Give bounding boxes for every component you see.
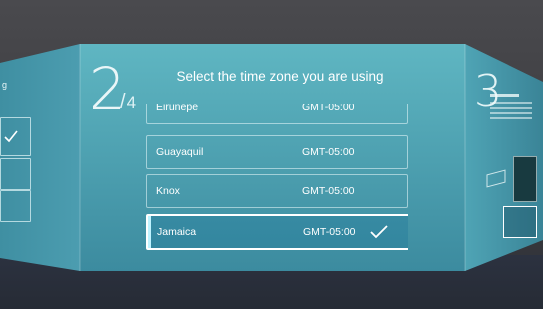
previous-step-label: g <box>2 80 8 90</box>
list-item[interactable]: Eirunepe GMT-05:00 <box>146 104 408 124</box>
step-current: 2 <box>89 55 126 123</box>
previous-option-box[interactable] <box>0 158 31 190</box>
step-total: /4 <box>120 91 137 113</box>
timezone-city: Jamaica <box>157 226 197 238</box>
timezone-offset: GMT-05:00 <box>303 226 356 238</box>
step-total-value: 4 <box>126 93 137 112</box>
previous-option-box[interactable] <box>0 117 31 156</box>
list-item[interactable]: Guayaquil GMT-05:00 <box>146 135 408 169</box>
timezone-city: Knox <box>156 185 180 197</box>
tv-preview <box>513 156 537 202</box>
tv-illustration-icon <box>486 169 506 188</box>
page-title: Select the time zone you are using <box>176 69 384 84</box>
previous-option-box[interactable] <box>0 190 31 222</box>
timezone-list[interactable]: Eirunepe GMT-05:00 Guayaquil GMT-05:00 K… <box>146 104 408 254</box>
check-icon <box>370 225 388 239</box>
setup-wizard: g 2 /4 Select the time zone you are usin… <box>0 0 543 309</box>
list-item-selected[interactable]: Jamaica GMT-05:00 <box>146 214 408 250</box>
timezone-city: Eirunepe <box>156 104 199 113</box>
check-icon <box>4 130 18 143</box>
list-item[interactable]: Knox GMT-05:00 <box>146 174 408 208</box>
timezone-offset: GMT-05:00 <box>302 146 355 158</box>
timezone-offset: GMT-05:00 <box>302 185 355 197</box>
timezone-city: Guayaquil <box>156 146 204 158</box>
timezone-offset: GMT-05:00 <box>302 104 355 113</box>
next-step-text <box>490 94 532 122</box>
next-step-button[interactable] <box>503 206 537 238</box>
